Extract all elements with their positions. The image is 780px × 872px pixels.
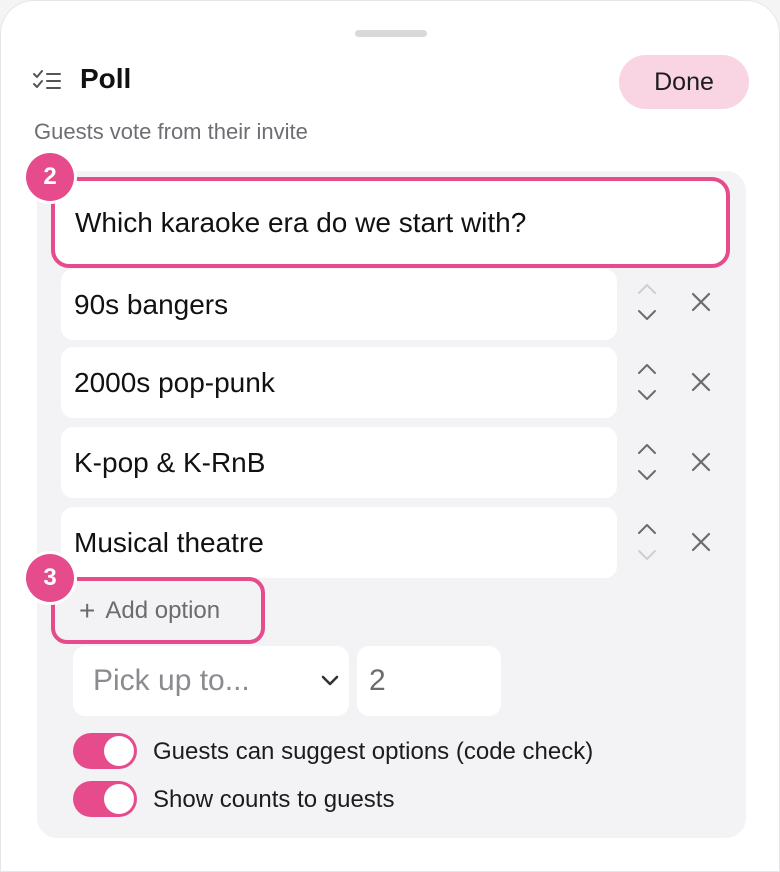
poll-question-field[interactable]: Which karaoke era do we start with? — [51, 177, 730, 268]
suggest-options-toggle[interactable] — [73, 733, 137, 769]
close-icon[interactable] — [689, 290, 713, 314]
pick-limit-value: Pick up to... — [93, 664, 250, 697]
reorder-arrows-icon[interactable] — [633, 435, 661, 491]
toggle-knob — [104, 784, 134, 814]
option-field[interactable]: Musical theatre — [61, 507, 617, 578]
pick-count-input[interactable] — [357, 646, 501, 716]
add-option-button[interactable]: + Add option — [51, 577, 265, 644]
sheet-grabber[interactable] — [355, 30, 427, 37]
poll-title: Poll — [80, 63, 132, 94]
close-icon[interactable] — [689, 370, 713, 394]
poll-sheet: Poll Done Guests vote from their invite … — [0, 0, 780, 872]
checklist-icon — [33, 70, 61, 89]
option-field[interactable]: 2000s pop-punk — [61, 347, 617, 418]
close-icon[interactable] — [689, 530, 713, 554]
suggest-options-label: Guests can suggest options (code check) — [153, 738, 594, 765]
pick-limit-select[interactable]: Pick up to... — [73, 646, 349, 716]
step-badge-2: 2 — [26, 153, 74, 201]
show-counts-toggle[interactable] — [73, 781, 137, 817]
option-field[interactable]: 90s bangers — [61, 269, 617, 340]
poll-subtitle: Guests vote from their invite — [34, 119, 308, 144]
option-field[interactable]: K-pop & K-RnB — [61, 427, 617, 498]
reorder-arrows-icon[interactable] — [633, 355, 661, 411]
add-option-label: Add option — [105, 596, 221, 624]
close-icon[interactable] — [689, 450, 713, 474]
chevron-down-icon — [321, 675, 339, 686]
reorder-arrows-icon[interactable] — [633, 275, 661, 331]
plus-icon: + — [79, 594, 96, 626]
toggle-knob — [104, 736, 134, 766]
reorder-arrows-icon[interactable] — [633, 515, 661, 571]
done-button[interactable]: Done — [619, 55, 749, 109]
step-badge-3: 3 — [26, 554, 74, 602]
show-counts-label: Show counts to guests — [153, 786, 395, 813]
